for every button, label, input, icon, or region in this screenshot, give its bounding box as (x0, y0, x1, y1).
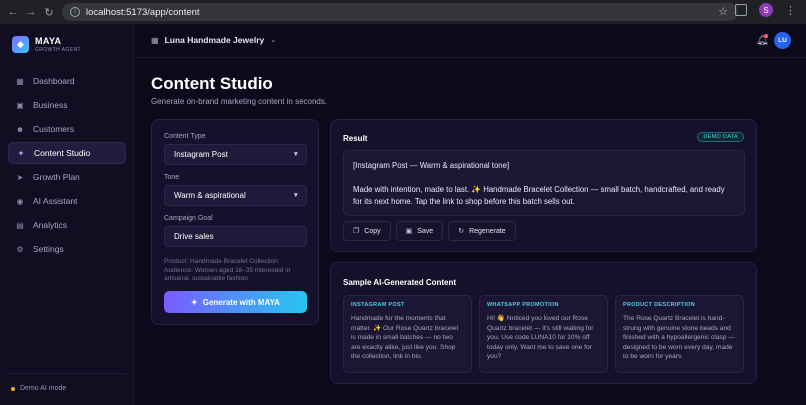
browser-profile-avatar[interactable]: S (759, 3, 773, 17)
generate-button-label: Generate with MAYA (202, 297, 280, 307)
save-button[interactable]: ▣ Save (395, 221, 444, 241)
sample-product-description[interactable]: PRODUCT DESCRIPTION The Rose Quartz Brac… (615, 295, 744, 373)
back-icon[interactable]: ← (4, 3, 22, 21)
content-type-select[interactable]: Instagram Post ▼ (164, 144, 307, 165)
result-title: Result (343, 134, 368, 143)
sidebar-nav: ▦ Dashboard ▣ Business ☻ Customers ✦ Con… (8, 70, 126, 262)
generate-button[interactable]: ✦ Generate with MAYA (164, 291, 307, 313)
save-icon: ▣ (405, 228, 413, 235)
content-type-label: Content Type (164, 133, 206, 140)
campaign-goal-value: Drive sales (174, 232, 214, 241)
browser-toolbar: ← → ↻ i localhost:5173/app/content ☆ S ⋮ (0, 0, 806, 24)
site-info-icon[interactable]: i (70, 7, 80, 17)
users-icon: ☻ (15, 124, 25, 134)
sidebar-item-label: Customers (33, 124, 75, 134)
sidebar-item-label: AI Assistant (33, 196, 78, 206)
rocket-icon: ➤ (16, 172, 24, 182)
sidebar-item-customers[interactable]: ☻ Customers (8, 118, 126, 140)
save-button-label: Save (417, 227, 434, 235)
tone-select[interactable]: Warm & aspirational ▼ (164, 185, 307, 206)
forward-icon[interactable]: → (22, 3, 40, 21)
regenerate-button[interactable]: ↻ Regenerate (448, 221, 516, 241)
sample-text: Hi! 👋 Noticed you loved our Rose Quartz … (487, 315, 594, 360)
chevron-down-icon: ▼ (292, 151, 299, 158)
address-bar[interactable]: i localhost:5173/app/content ☆ (62, 3, 738, 21)
result-card: Result DEMO DATA [Instagram Post — Warm … (330, 119, 757, 252)
chevron-down-icon: ▼ (292, 192, 299, 199)
campaign-goal-label: Campaign Goal (164, 215, 213, 222)
regenerate-button-label: Regenerate (469, 227, 506, 235)
sample-tag: INSTAGRAM POST (351, 302, 405, 308)
sparkle-icon: ✦ (17, 148, 25, 158)
sidebar-item-content-studio[interactable]: ✦ Content Studio (8, 142, 126, 164)
sidebar-item-business[interactable]: ▣ Business (8, 94, 126, 116)
bot-icon: ◉ (16, 196, 24, 206)
user-avatar[interactable]: LU (774, 32, 791, 49)
brand[interactable]: ◆ MAYA GROWTH AGENT (12, 36, 81, 53)
sidebar-item-analytics[interactable]: ▤ Analytics (8, 214, 126, 236)
diamond-logo-icon: ◆ (12, 36, 29, 53)
refresh-icon: ↻ (458, 228, 465, 235)
brand-name: MAYA (35, 36, 62, 46)
demo-data-badge: DEMO DATA (697, 132, 744, 142)
sidebar-divider (8, 373, 126, 374)
business-switcher[interactable]: ▦ Luna Handmade Jewelry ⌄ (151, 35, 276, 45)
sidebar-item-label: Business (33, 100, 68, 110)
sidebar-item-ai-assistant[interactable]: ◉ AI Assistant (8, 190, 126, 212)
sidebar: ◆ MAYA GROWTH AGENT ▦ Dashboard ▣ Busine… (0, 24, 134, 405)
status-dot-icon (11, 386, 15, 391)
samples-card: Sample AI-Generated Content INSTAGRAM PO… (330, 262, 757, 384)
sidebar-item-label: Dashboard (33, 76, 75, 86)
sparkle-icon: ✦ (191, 297, 198, 307)
sidebar-item-label: Analytics (33, 220, 68, 230)
copy-icon: ❐ (353, 228, 360, 235)
chart-icon: ▤ (16, 220, 24, 230)
audience-line: Audience: Women aged 18–35 interested in… (164, 266, 291, 283)
sidebar-item-label: Content Studio (34, 148, 91, 158)
sample-tag: PRODUCT DESCRIPTION (623, 302, 696, 308)
samples-title: Sample AI-Generated Content (343, 278, 457, 287)
url-text: localhost:5173/app/content (86, 6, 200, 18)
sample-whatsapp-promotion[interactable]: WHATSAPP PROMOTION Hi! 👋 Noticed you lov… (479, 295, 608, 373)
topbar: ▦ Luna Handmade Jewelry ⌄ 🔔︎ LU (134, 24, 806, 58)
sample-tag: WHATSAPP PROMOTION (487, 302, 559, 308)
sidebar-item-growth-plan[interactable]: ➤ Growth Plan (8, 166, 126, 188)
content-type-value: Instagram Post (174, 150, 228, 159)
copy-button-label: Copy (364, 227, 381, 235)
bookmark-star-icon[interactable]: ☆ (718, 5, 728, 18)
browser-menu-icon[interactable]: ⋮ (785, 4, 796, 17)
grid-icon: ▦ (16, 76, 24, 86)
chevron-down-icon: ⌄ (270, 37, 277, 44)
product-context: Product: Handmade Bracelet Collection Au… (164, 258, 309, 284)
business-name: Luna Handmade Jewelry (164, 35, 265, 45)
extensions-icon[interactable] (735, 4, 747, 16)
page-subtitle: Generate on-brand marketing content in s… (151, 97, 328, 106)
sample-instagram-post[interactable]: INSTAGRAM POST Handmade for the moments … (343, 295, 472, 373)
sidebar-item-label: Growth Plan (33, 172, 80, 182)
tone-label: Tone (164, 174, 180, 181)
demo-mode-indicator: Demo AI mode (11, 385, 66, 392)
content-form-card: Content Type Instagram Post ▼ Tone Warm … (151, 119, 319, 325)
result-body: Made with intention, made to last. ✨ Han… (353, 185, 725, 206)
demo-mode-label: Demo AI mode (20, 385, 67, 392)
campaign-goal-input[interactable]: Drive sales (164, 226, 307, 247)
sidebar-item-label: Settings (33, 244, 64, 254)
sidebar-item-dashboard[interactable]: ▦ Dashboard (8, 70, 126, 92)
notification-dot (764, 34, 768, 38)
sample-text: The Rose Quartz Bracelet is hand-strung … (623, 315, 735, 360)
page-title: Content Studio (151, 74, 273, 93)
copy-button[interactable]: ❐ Copy (343, 221, 391, 241)
sample-text: Handmade for the moments that matter. ✨ … (351, 315, 459, 360)
tone-value: Warm & aspirational (174, 191, 246, 200)
brand-subtitle: GROWTH AGENT (35, 47, 81, 53)
sidebar-item-settings[interactable]: ⚙ Settings (8, 238, 126, 260)
result-actions: ❐ Copy ▣ Save ↻ Regenerate (343, 221, 516, 241)
product-line: Product: Handmade Bracelet Collection (164, 258, 278, 265)
briefcase-icon: ▣ (16, 100, 24, 110)
gear-icon: ⚙ (16, 244, 24, 254)
result-heading: [Instagram Post — Warm & aspirational to… (353, 161, 510, 170)
building-icon: ▦ (151, 35, 159, 45)
result-text: [Instagram Post — Warm & aspirational to… (343, 150, 745, 216)
reload-icon[interactable]: ↻ (40, 3, 58, 21)
